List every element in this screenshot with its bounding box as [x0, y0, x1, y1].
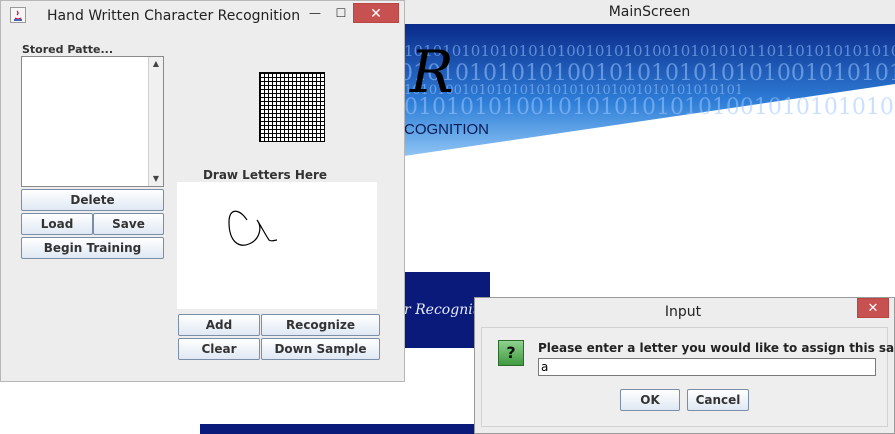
- banner-logo-letter: R: [409, 38, 454, 106]
- mainscreen-banner: 1010101010101010100101010100101010101101…: [404, 24, 895, 156]
- desktop: MainScreen 10101010101010101001010101001…: [0, 0, 895, 434]
- draw-letters-label: Draw Letters Here: [202, 168, 328, 182]
- minimize-button[interactable]: —: [305, 3, 325, 23]
- input-prompt: Please enter a letter you would like to …: [538, 341, 895, 355]
- stored-patterns-list[interactable]: ▲ ▼: [21, 56, 164, 187]
- banner-binary-row-4: 01010101001010101010101001010101010110: [404, 95, 895, 120]
- scroll-up-icon[interactable]: ▲: [149, 57, 163, 71]
- scroll-down-icon[interactable]: ▼: [149, 172, 163, 186]
- input-dialog: Input ✕ ? Please enter a letter you woul…: [474, 297, 895, 434]
- banner-binary-row-1: 1010101010101010100101010100101010101101…: [404, 42, 895, 60]
- hwcr-window: Hand Written Character Recognition — ☐ ✕…: [0, 0, 405, 382]
- input-dialog-title: Input: [664, 304, 702, 320]
- downsample-grid-preview: [259, 72, 325, 142]
- cancel-button[interactable]: Cancel: [687, 389, 749, 411]
- hwcr-title: Hand Written Character Recognition: [47, 8, 301, 24]
- java-app-icon: [10, 7, 26, 23]
- mainscreen-title: MainScreen: [608, 4, 691, 20]
- letter-input[interactable]: [538, 358, 876, 376]
- maximize-button[interactable]: ☐: [331, 3, 351, 23]
- stored-list-scrollbar[interactable]: ▲ ▼: [148, 57, 163, 186]
- input-dialog-close-button[interactable]: ✕: [857, 298, 889, 318]
- input-dialog-body: ? Please enter a letter you would like t…: [481, 327, 895, 427]
- stored-patterns-label: Stored Patte...: [22, 43, 114, 56]
- begin-training-button[interactable]: Begin Training: [21, 237, 164, 259]
- hwcr-titlebar[interactable]: Hand Written Character Recognition — ☐ ✕: [1, 1, 404, 31]
- save-button[interactable]: Save: [93, 213, 164, 235]
- ok-button[interactable]: OK: [620, 389, 680, 411]
- load-button[interactable]: Load: [21, 213, 93, 235]
- add-button[interactable]: Add: [178, 314, 260, 336]
- drawing-canvas[interactable]: [177, 182, 377, 309]
- close-button[interactable]: ✕: [353, 3, 399, 23]
- down-sample-button[interactable]: Down Sample: [261, 338, 380, 360]
- mainscreen-titlebar: MainScreen: [404, 0, 895, 24]
- handwritten-stroke: [228, 210, 278, 246]
- mainscreen-banner-bottom: [200, 424, 490, 434]
- delete-button[interactable]: Delete: [21, 189, 164, 211]
- clear-button[interactable]: Clear: [178, 338, 260, 360]
- recognize-button[interactable]: Recognize: [261, 314, 380, 336]
- banner-logo-word: COGNITION: [404, 121, 489, 138]
- question-icon: ?: [498, 340, 524, 366]
